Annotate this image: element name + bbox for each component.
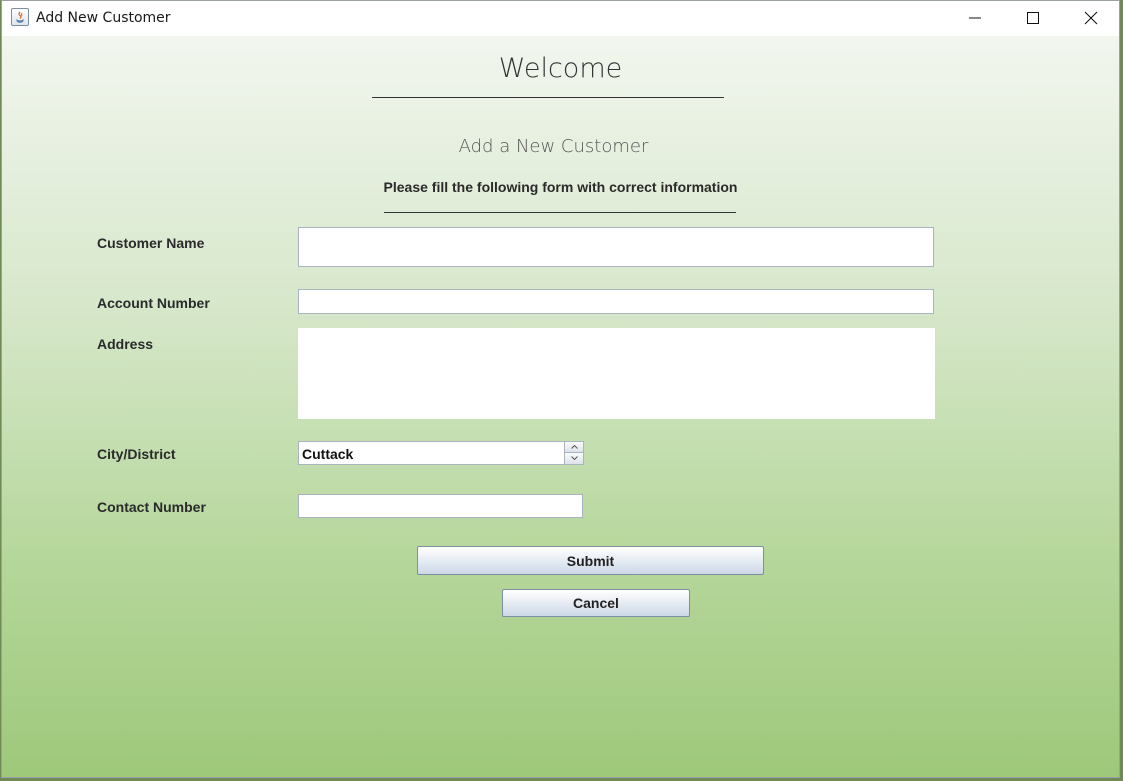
account-number-input[interactable] — [298, 289, 934, 314]
welcome-divider — [372, 97, 724, 98]
minimize-icon — [969, 17, 981, 19]
form-instruction: Please fill the following form with corr… — [383, 179, 738, 195]
java-app-icon — [11, 8, 29, 26]
form-panel: Welcome Add a New Customer Please fill t… — [2, 36, 1119, 777]
city-district-value[interactable]: Cuttack — [302, 446, 353, 462]
chevron-down-icon — [571, 456, 578, 460]
contact-number-label: Contact Number — [97, 499, 206, 515]
account-number-label: Account Number — [97, 295, 210, 311]
address-label: Address — [97, 336, 154, 352]
welcome-heading: Welcome — [498, 53, 623, 84]
customer-name-input[interactable] — [298, 227, 934, 267]
maximize-icon — [1027, 12, 1039, 24]
close-button[interactable] — [1068, 1, 1114, 34]
add-customer-window: Add New Customer Welcome Add a New Custo… — [1, 0, 1120, 778]
city-district-label: City/District — [97, 446, 176, 462]
cancel-button[interactable]: Cancel — [502, 589, 690, 617]
chevron-up-icon — [571, 445, 578, 449]
maximize-button[interactable] — [1010, 1, 1056, 34]
title-bar[interactable]: Add New Customer — [2, 1, 1119, 36]
contact-number-input[interactable] — [298, 494, 583, 518]
address-textarea[interactable] — [298, 328, 935, 419]
form-subtitle: Add a New Customer — [458, 136, 649, 157]
spinner-down-button[interactable] — [564, 453, 583, 464]
city-district-spinner[interactable]: Cuttack — [298, 441, 584, 465]
minimize-button[interactable] — [952, 1, 998, 34]
instruction-divider — [384, 212, 736, 213]
close-icon — [1084, 11, 1098, 25]
window-title: Add New Customer — [36, 10, 171, 26]
customer-name-label: Customer Name — [97, 235, 205, 251]
spinner-up-button[interactable] — [564, 442, 583, 453]
submit-button[interactable]: Submit — [417, 546, 764, 575]
